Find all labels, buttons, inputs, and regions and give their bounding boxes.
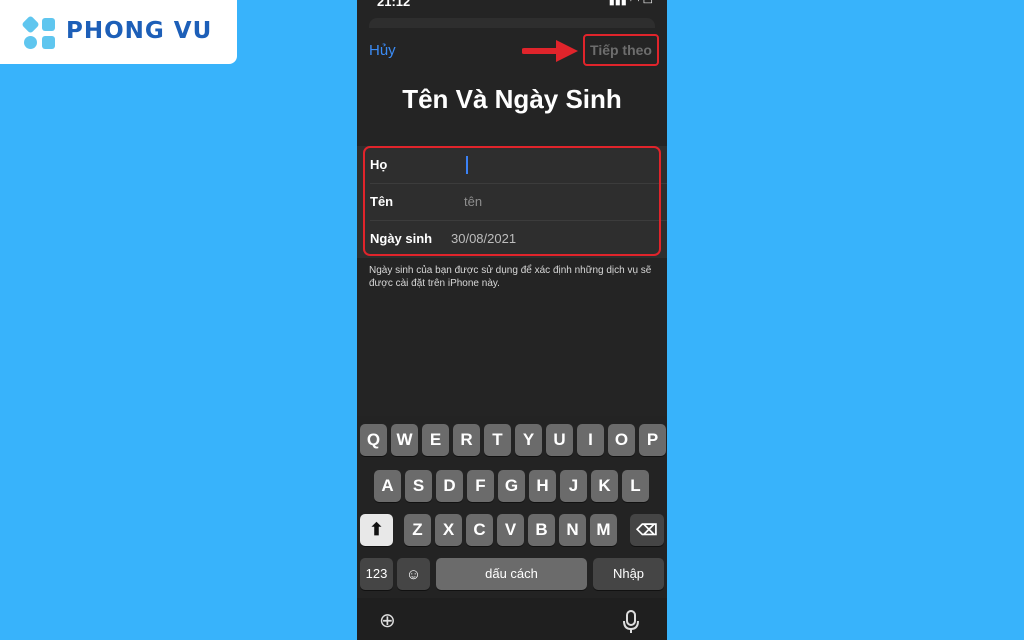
return-key[interactable]: Nhập	[593, 558, 664, 590]
status-time: 21:12	[377, 0, 411, 9]
key-g[interactable]: G	[498, 470, 525, 502]
next-button[interactable]: Tiếp theo	[583, 34, 659, 66]
key-a[interactable]: A	[374, 470, 401, 502]
key-f[interactable]: F	[467, 470, 494, 502]
numbers-key[interactable]: 123	[360, 558, 393, 590]
emoji-icon: ☺	[405, 566, 422, 583]
emoji-key[interactable]: ☺	[397, 558, 430, 590]
key-h[interactable]: H	[529, 470, 556, 502]
red-arrow-icon	[522, 40, 578, 62]
key-w[interactable]: W	[391, 424, 418, 456]
key-u[interactable]: U	[546, 424, 573, 456]
key-x[interactable]: X	[435, 514, 462, 546]
keyboard-row-2: ASDFGHJKL	[357, 470, 667, 502]
key-l[interactable]: L	[622, 470, 649, 502]
key-o[interactable]: O	[608, 424, 635, 456]
key-q[interactable]: Q	[360, 424, 387, 456]
key-n[interactable]: N	[559, 514, 586, 546]
phongvu-logo-icon	[22, 16, 55, 49]
status-icons: ▮▮▮ ◠ ▭	[609, 0, 653, 7]
form-highlight	[363, 146, 661, 256]
birthday-note: Ngày sinh của bạn được sử dụng để xác đị…	[369, 265, 652, 289]
key-r[interactable]: R	[453, 424, 480, 456]
keyboard-row-4: 123 ☺ dấu cách Nhập	[357, 558, 667, 590]
page-title: Tên Và Ngày Sinh	[402, 84, 622, 114]
keyboard-accessory-bar: ⊕	[357, 598, 667, 640]
sheet-top	[369, 18, 655, 28]
key-z[interactable]: Z	[404, 514, 431, 546]
globe-icon[interactable]: ⊕	[379, 608, 396, 633]
brand-name: PHONG VU	[66, 18, 213, 44]
key-i[interactable]: I	[577, 424, 604, 456]
key-d[interactable]: D	[436, 470, 463, 502]
key-j[interactable]: J	[560, 470, 587, 502]
wifi-icon: ◠	[629, 0, 640, 7]
key-y[interactable]: Y	[515, 424, 542, 456]
phone-screen: 21:12 ▮▮▮ ◠ ▭ Hủy Tiếp theo Tên Và Ngày …	[357, 0, 667, 640]
keyboard-row-1: QWERTYUIOP	[357, 424, 667, 456]
key-c[interactable]: C	[466, 514, 493, 546]
cancel-button[interactable]: Hủy	[369, 42, 396, 59]
brand-logo: PHONG VU	[0, 0, 237, 64]
delete-key[interactable]: ⌫	[630, 514, 664, 546]
key-s[interactable]: S	[405, 470, 432, 502]
key-t[interactable]: T	[484, 424, 511, 456]
key-k[interactable]: K	[591, 470, 618, 502]
key-e[interactable]: E	[422, 424, 449, 456]
microphone-icon[interactable]	[623, 610, 639, 634]
shift-key[interactable]: ⬆	[360, 514, 393, 546]
keyboard-row-3: ⬆ ⌫ ZXCVBNM	[357, 514, 667, 546]
key-b[interactable]: B	[528, 514, 555, 546]
battery-icon: ▭	[642, 0, 653, 7]
space-key[interactable]: dấu cách	[436, 558, 587, 590]
key-m[interactable]: M	[590, 514, 617, 546]
key-v[interactable]: V	[497, 514, 524, 546]
shift-icon: ⬆	[369, 520, 384, 539]
signal-icon: ▮▮▮	[608, 0, 627, 7]
key-p[interactable]: P	[639, 424, 666, 456]
delete-icon: ⌫	[636, 522, 658, 539]
